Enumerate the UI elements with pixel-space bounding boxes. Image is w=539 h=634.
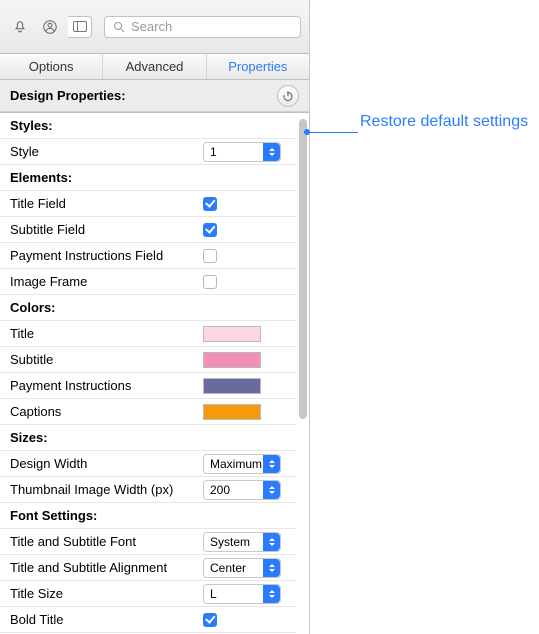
row-title-color: Title (0, 321, 295, 347)
search-input[interactable]: Search (104, 16, 301, 38)
row-font: Title and Subtitle Font System (0, 529, 295, 555)
group-sizes: Sizes: (0, 425, 295, 451)
title-size-select[interactable]: L (203, 584, 281, 604)
group-styles: Styles: (0, 113, 295, 139)
callout-label: Restore default settings (360, 113, 528, 131)
title-field-checkbox[interactable] (203, 197, 217, 211)
style-select[interactable]: 1 (203, 142, 281, 162)
tab-properties[interactable]: Properties (207, 54, 309, 79)
row-bold-title: Bold Title (0, 607, 295, 633)
toolbar: Search (0, 0, 309, 54)
row-thumb-width: Thumbnail Image Width (px) 200 (0, 477, 295, 503)
row-pi-color: Payment Instructions (0, 373, 295, 399)
panel-left-icon[interactable] (68, 16, 92, 38)
group-colors: Colors: (0, 295, 295, 321)
search-icon (113, 21, 125, 33)
bell-icon[interactable] (8, 16, 32, 38)
payment-instructions-checkbox[interactable] (203, 249, 217, 263)
bold-title-checkbox[interactable] (203, 613, 217, 627)
row-captions-color: Captions (0, 399, 295, 425)
design-width-select[interactable]: Maximum (203, 454, 281, 474)
row-title-size: Title Size L (0, 581, 295, 607)
restore-defaults-button[interactable] (277, 85, 299, 107)
properties-content: Styles: Style 1 Elements: Title Field Su… (0, 112, 309, 634)
title-color-swatch[interactable] (203, 326, 261, 342)
row-alignment: Title and Subtitle Alignment Center (0, 555, 295, 581)
row-subtitle-field: Subtitle Field (0, 217, 295, 243)
row-image-frame: Image Frame (0, 269, 295, 295)
row-subtitle-color: Subtitle (0, 347, 295, 373)
row-style: Style 1 (0, 139, 295, 165)
tab-advanced[interactable]: Advanced (103, 54, 206, 79)
inspector-panel: Search Options Advanced Properties Desig… (0, 0, 310, 634)
section-header: Design Properties: (0, 80, 309, 112)
scrollbar[interactable] (299, 119, 307, 628)
sidebar-toggle[interactable] (68, 16, 92, 38)
row-title-field: Title Field (0, 191, 295, 217)
captions-color-swatch[interactable] (203, 404, 261, 420)
subtitle-color-swatch[interactable] (203, 352, 261, 368)
payment-instructions-color-swatch[interactable] (203, 378, 261, 394)
group-fonts: Font Settings: (0, 503, 295, 529)
power-icon (282, 90, 294, 102)
thumbnail-width-select[interactable]: 200 (203, 480, 281, 500)
font-select[interactable]: System (203, 532, 281, 552)
section-title: Design Properties: (10, 88, 126, 103)
group-elements: Elements: (0, 165, 295, 191)
user-icon[interactable] (38, 16, 62, 38)
image-frame-checkbox[interactable] (203, 275, 217, 289)
callout-line (304, 132, 358, 133)
row-design-width: Design Width Maximum (0, 451, 295, 477)
subtitle-field-checkbox[interactable] (203, 223, 217, 237)
search-placeholder: Search (131, 19, 172, 34)
tab-options[interactable]: Options (0, 54, 103, 79)
alignment-select[interactable]: Center (203, 558, 281, 578)
tab-bar: Options Advanced Properties (0, 54, 309, 80)
row-payment-instructions-field: Payment Instructions Field (0, 243, 295, 269)
